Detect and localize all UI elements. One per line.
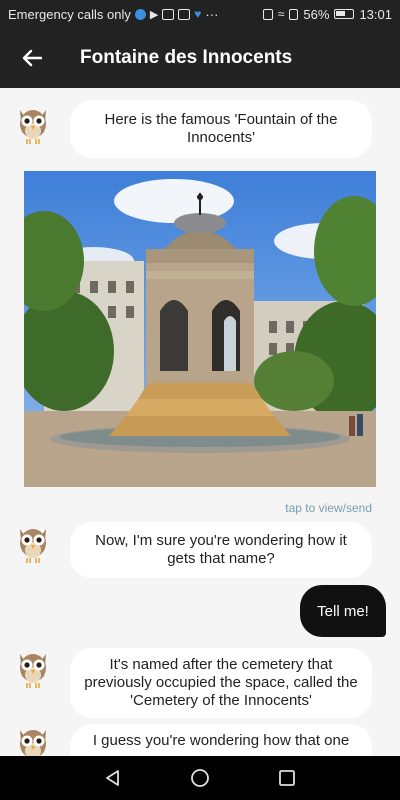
bot-message: Now, I'm sure you're wondering how it ge… — [70, 522, 372, 578]
system-nav-bar — [0, 756, 400, 800]
bot-message: I guess you're wondering how that one — [70, 724, 372, 756]
bot-message: Here is the famous 'Fountain of the Inno… — [70, 100, 372, 158]
user-message: Tell me! — [300, 585, 386, 637]
carrier-text: Emergency calls only — [8, 6, 131, 22]
nav-recents-button[interactable] — [267, 758, 307, 798]
nav-back-button[interactable] — [93, 758, 133, 798]
bot-message-text: I guess you're wondering how that one — [92, 732, 350, 749]
status-bar: Emergency calls only ▶ ♥ ··· ≈ 56% 13:01 — [0, 0, 400, 28]
bot-message-text: Now, I'm sure you're wondering how it ge… — [95, 532, 347, 567]
status-left: Emergency calls only ▶ ♥ ··· — [8, 7, 218, 22]
wifi-icon: ≈ — [277, 7, 285, 21]
mail-icon — [162, 8, 175, 20]
app-bar: Fontaine des Innocents — [0, 28, 400, 88]
back-triangle-icon — [106, 770, 120, 786]
nav-home-button[interactable] — [180, 758, 220, 798]
clock: 13:01 — [359, 6, 392, 22]
chat-area[interactable]: Here is the famous 'Fountain of the Inno… — [0, 88, 400, 756]
owl-avatar-icon — [20, 654, 46, 688]
bot-message-text: It's named after the cemetery that previ… — [84, 656, 358, 709]
back-button[interactable] — [0, 28, 64, 88]
tap-to-view-link[interactable]: tap to view/send — [285, 501, 372, 515]
status-right: ≈ 56% 13:01 — [262, 6, 392, 22]
battery-percent: 56% — [303, 6, 330, 22]
owl-avatar-icon — [20, 110, 46, 144]
bot-message-text: Here is the famous 'Fountain of the Inno… — [104, 111, 338, 146]
sim-icon — [289, 8, 299, 20]
user-message-text: Tell me! — [317, 602, 369, 620]
nfc-icon — [262, 8, 273, 20]
shield-icon — [134, 8, 146, 20]
page-title: Fontaine des Innocents — [80, 47, 293, 68]
recents-square-icon — [278, 770, 295, 786]
bot-message: It's named after the cemetery that previ… — [70, 648, 372, 718]
more-icon: ··· — [205, 6, 219, 22]
heart-icon: ♥ — [194, 7, 202, 21]
play-store-icon: ▶ — [149, 8, 159, 21]
fountain-image — [24, 171, 376, 487]
fountain-photo[interactable] — [24, 171, 376, 487]
owl-avatar-icon — [20, 529, 46, 563]
news-icon — [178, 8, 191, 20]
owl-avatar-icon — [20, 730, 46, 756]
home-circle-icon — [191, 769, 209, 787]
arrow-left-icon — [22, 49, 42, 67]
battery-icon — [334, 9, 355, 19]
